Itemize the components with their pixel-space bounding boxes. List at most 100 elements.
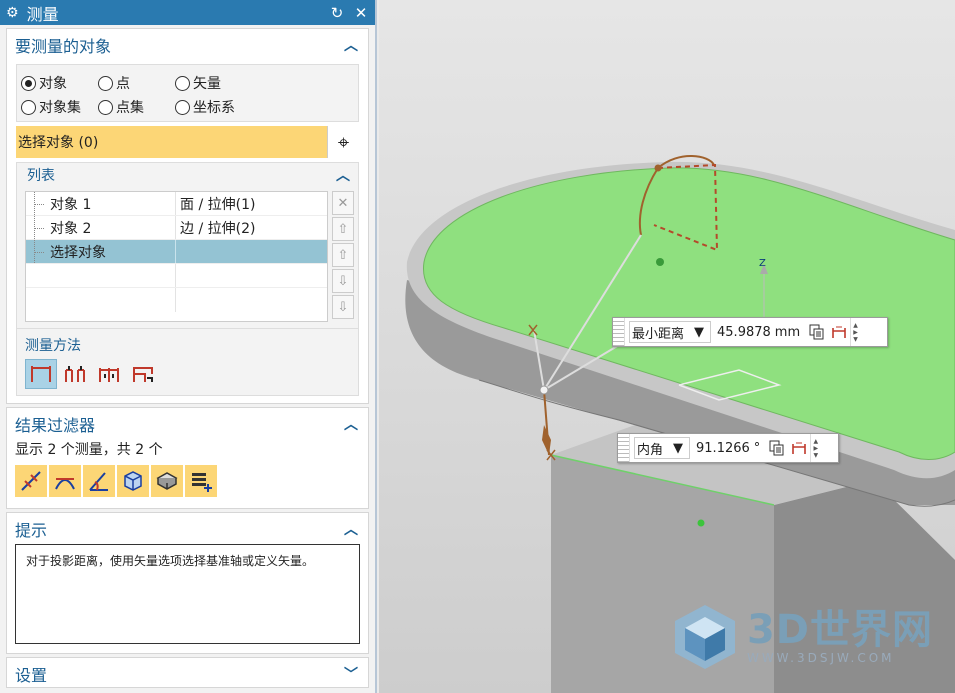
objects-section-header[interactable]: 要测量的对象 ︿	[7, 29, 368, 60]
filter-section-header[interactable]: 结果过滤器 ︿	[7, 408, 368, 439]
filter-area-icon[interactable]	[151, 465, 183, 497]
move-bottom-icon[interactable]: ⇩	[332, 295, 354, 319]
distance-value: 45.9878	[717, 324, 771, 340]
radio-label: 坐标系	[193, 100, 235, 116]
radio-csys[interactable]: 坐标系	[175, 97, 235, 117]
more-options-icon[interactable]: ▲ ▶ ▼	[810, 434, 820, 462]
radio-dot[interactable]	[175, 75, 190, 91]
dialog-titlebar: ⚙ 测量 ↻ ✕	[0, 0, 375, 25]
radio-label: 点集	[116, 100, 144, 116]
list-header[interactable]: 列表 ︿	[17, 163, 358, 187]
drag-handle[interactable]	[618, 434, 630, 462]
list-item-name: 对象 1	[50, 196, 92, 213]
filter-summary: 显示 2 个测量，共 2 个	[15, 442, 163, 458]
watermark-cube-logo	[674, 605, 735, 669]
list-item[interactable]: 对象 2 边 / 拉伸(2)	[26, 216, 327, 240]
list-item-name: 选择对象	[50, 244, 106, 261]
angle-type-dropdown[interactable]: 内角 ▼	[634, 437, 691, 459]
radio-dot[interactable]	[98, 99, 113, 115]
move-up-icon[interactable]: ⇧	[332, 243, 354, 267]
method-arc-length-icon[interactable]	[127, 359, 159, 389]
crosshair-icon[interactable]: ⌖	[327, 126, 359, 158]
distance-measure-label[interactable]: 最小距离 ▼ 45.9878 mm ▲ ▶ ▼	[612, 317, 888, 347]
list-item-empty	[26, 288, 327, 312]
list-item-name: 对象 2	[50, 220, 92, 237]
list-item-empty	[26, 264, 327, 288]
chevron-up-icon[interactable]: ︿	[334, 165, 352, 185]
radio-vector[interactable]: 矢量	[175, 73, 221, 93]
drag-handle[interactable]	[613, 318, 625, 346]
hint-section-title: 提示	[15, 520, 48, 540]
select-object-row[interactable]: 选择对象 (0) ⌖	[16, 126, 359, 158]
watermark-title: 3D世界网	[746, 607, 933, 653]
radio-label: 矢量	[193, 76, 221, 92]
more-options-icon[interactable]: ▲ ▶ ▼	[850, 318, 860, 346]
copy-icon[interactable]	[768, 439, 786, 457]
list-item-selected[interactable]: 选择对象	[26, 240, 327, 264]
dropdown-arrow-icon: ▼	[694, 324, 705, 340]
method-distance-icon[interactable]	[25, 359, 57, 389]
settings-section-title: 设置	[15, 665, 48, 685]
radio-object-set[interactable]: 对象集	[21, 97, 98, 117]
chevron-up-icon[interactable]: ︿	[342, 35, 360, 55]
filter-arc-icon[interactable]	[49, 465, 81, 497]
objects-section-title: 要测量的对象	[15, 36, 112, 56]
radio-label: 对象	[39, 76, 67, 92]
list-item-type	[176, 240, 327, 263]
radio-object[interactable]: 对象	[21, 73, 98, 93]
list-item[interactable]: 对象 1 面 / 拉伸(1)	[26, 192, 327, 216]
radio-dot[interactable]	[98, 75, 113, 91]
distance-type-value: 最小距离	[632, 326, 685, 342]
dialog-title: 测量	[26, 4, 59, 24]
graphics-viewport[interactable]: Z 最小距离 ▼ 45.9878 mm ▲▶▼ 内角 ▼ 91.1266 °	[379, 0, 955, 693]
chevron-up-icon[interactable]: ︿	[342, 414, 360, 434]
filter-distance-icon[interactable]	[15, 465, 47, 497]
measure-type-icon[interactable]	[830, 323, 848, 341]
method-screen-distance-icon[interactable]	[93, 359, 125, 389]
gear-icon[interactable]: ⚙	[6, 5, 19, 21]
hint-section: 提示 ︿ 对于投影距离，使用矢量选项选择基准轴或定义矢量。	[6, 512, 369, 654]
face-center-point	[656, 258, 664, 266]
copy-icon[interactable]	[808, 323, 826, 341]
chevron-down-icon[interactable]: ﹀	[342, 664, 360, 684]
filter-add-icon[interactable]	[185, 465, 217, 497]
object-list: 对象 1 面 / 拉伸(1) 对象 2 边 / 拉伸(2) 选择对象	[25, 191, 328, 322]
settings-section: 设置 ﹀	[6, 657, 369, 688]
angle-type-value: 内角	[637, 442, 664, 458]
move-down-icon[interactable]: ⇩	[332, 269, 354, 293]
method-projected-icon[interactable]	[59, 359, 91, 389]
distance-type-dropdown[interactable]: 最小距离 ▼	[629, 321, 712, 343]
list-subsection: 列表 ︿ 对象 1 面 / 拉伸(1) 对象 2 边 / 拉伸(2) 选择对象	[16, 162, 359, 396]
filter-angle-icon[interactable]	[83, 465, 115, 497]
watermark: 3D世界网 WWW.3DSJW.COM	[669, 601, 933, 673]
edge-midpoint	[697, 519, 705, 527]
move-top-icon[interactable]: ⇧	[332, 217, 354, 241]
angle-value: 91.1266	[696, 440, 750, 456]
list-item-type: 面 / 拉伸(1)	[180, 196, 256, 213]
z-axis-label: Z	[759, 258, 766, 269]
measure-dialog: ⚙ 测量 ↻ ✕ 要测量的对象 ︿ 对象 点 矢量 对象集 点集 坐标系 选择对…	[0, 0, 377, 693]
hint-section-header[interactable]: 提示 ︿	[7, 513, 368, 544]
radio-dot[interactable]	[21, 75, 36, 91]
dropdown-arrow-icon: ▼	[673, 440, 684, 456]
list-title: 列表	[27, 168, 55, 184]
select-object-label: 选择对象 (0)	[18, 135, 99, 151]
list-item-type: 边 / 拉伸(2)	[180, 220, 256, 237]
radio-point-set[interactable]: 点集	[98, 97, 175, 117]
reset-icon[interactable]: ↻	[329, 4, 345, 22]
close-icon[interactable]: ✕	[353, 4, 369, 22]
watermark-url: WWW.3DSJW.COM	[746, 651, 895, 665]
remove-icon[interactable]: ✕	[332, 191, 354, 215]
radio-label: 点	[116, 76, 130, 92]
radio-point[interactable]: 点	[98, 73, 175, 93]
radio-dot[interactable]	[21, 99, 36, 115]
filter-section: 结果过滤器 ︿ 显示 2 个测量，共 2 个	[6, 407, 369, 509]
measure-type-icon[interactable]	[790, 439, 808, 457]
radio-label: 对象集	[39, 100, 81, 116]
angle-measure-label[interactable]: 内角 ▼ 91.1266 ° ▲ ▶ ▼	[617, 433, 839, 463]
settings-section-header[interactable]: 设置 ﹀	[7, 658, 368, 689]
filter-volume-icon[interactable]	[117, 465, 149, 497]
chevron-up-icon[interactable]: ︿	[342, 519, 360, 539]
object-type-radios: 对象 点 矢量 对象集 点集 坐标系	[16, 64, 359, 122]
radio-dot[interactable]	[175, 99, 190, 115]
